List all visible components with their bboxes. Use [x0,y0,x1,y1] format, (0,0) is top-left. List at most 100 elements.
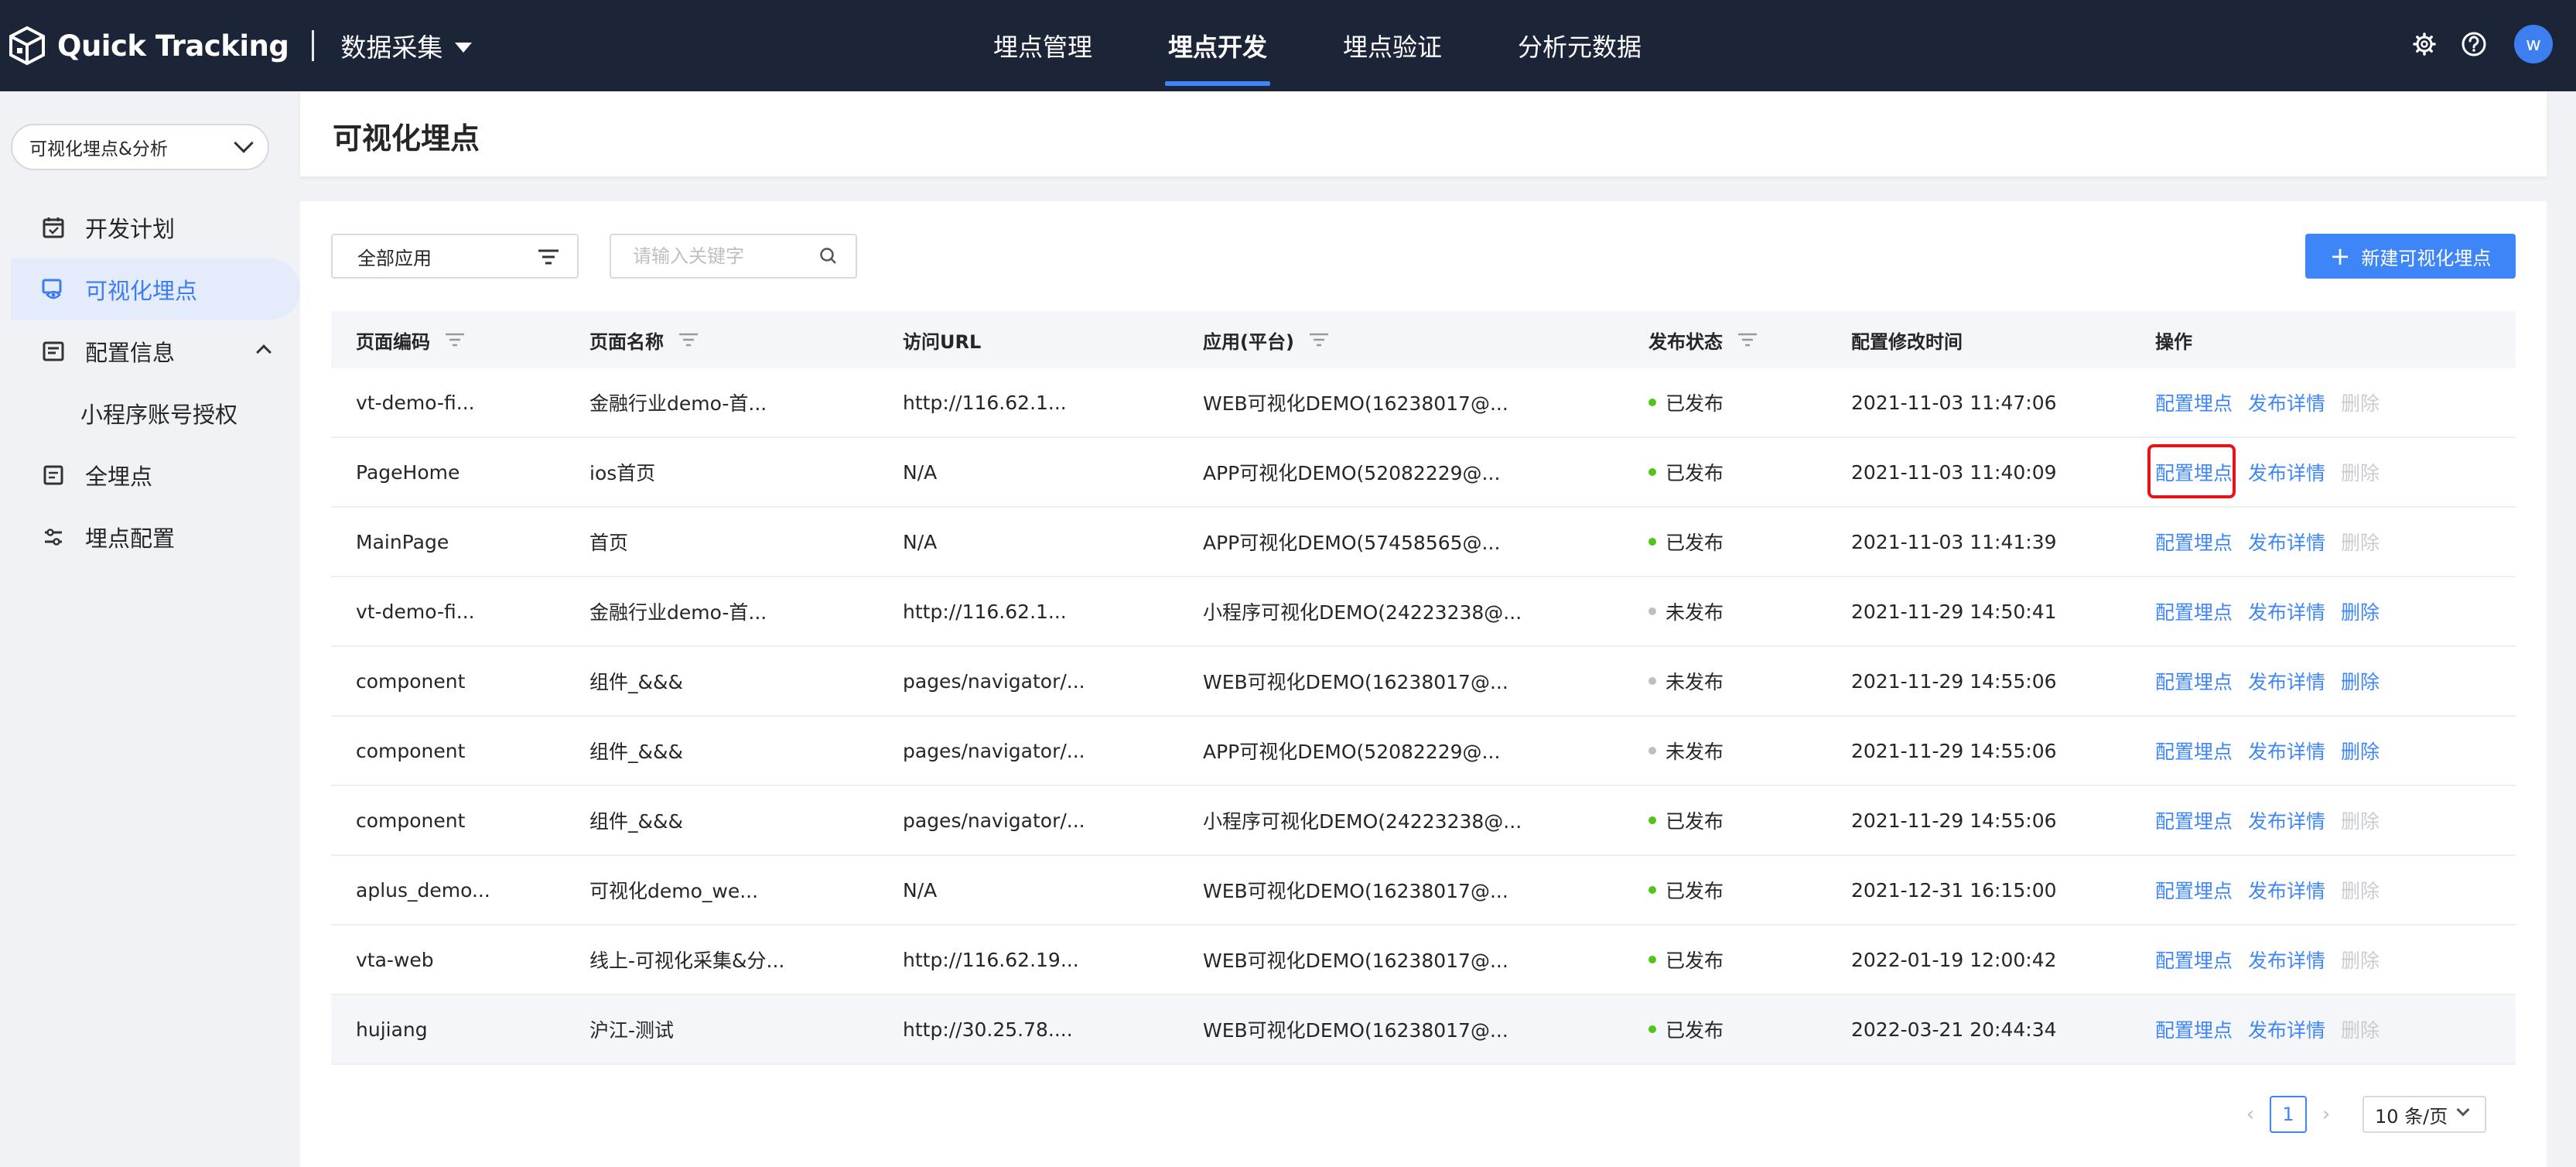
cell-page-name: 线上-可视化采集&分... [589,950,785,972]
cell-page-name: 可视化demo_we... [589,880,759,902]
config-link-wrap: 配置埋点 [2155,946,2248,974]
sidebar-item-config-info[interactable]: 配置信息 [11,320,300,382]
cell-app: WEB可视化DEMO(16238017@... [1203,950,1508,972]
brand-name: Quick Tracking [57,29,289,63]
config-tracking-link[interactable]: 配置埋点 [2155,392,2233,415]
publish-detail-link[interactable]: 发布详情 [2248,1015,2325,1043]
publish-detail-link[interactable]: 发布详情 [2248,876,2325,904]
delete-link: 删除 [2341,1019,2380,1042]
top-navigation-bar: Quick Tracking 数据采集 埋点管理 埋点开发 埋点验证 分析元数据 [0,0,2576,91]
config-tracking-link[interactable]: 配置埋点 [2155,601,2233,624]
cell-modified-time: 2021-12-31 16:15:00 [1851,878,2057,902]
column-filter-icon[interactable] [1308,331,1330,348]
sidebar-item-visual-tracking[interactable]: 可视化埋点 [11,258,300,320]
status-dot [1648,816,1656,824]
sidebar-menu: 开发计划 可视化埋点 配置信息 小程序账号授权 全埋点 埋点配置 [11,197,300,568]
sidebar-item-label: 埋点配置 [85,525,176,552]
cell-status: 已发布 [1624,368,1826,437]
publish-detail-link[interactable]: 发布详情 [2248,388,2325,416]
search-icon[interactable] [818,246,839,271]
sidebar-item-tracking-config[interactable]: 埋点配置 [11,506,300,568]
nav-item-tracking-management[interactable]: 埋点管理 [990,0,1095,91]
cell-modified-time: 2021-11-03 11:47:06 [1851,391,2057,414]
user-avatar[interactable]: w [2514,25,2553,63]
cell-app: APP可视化DEMO(52082229@... [1203,741,1501,763]
column-filter-icon[interactable] [1737,331,1758,348]
quick-tracking-logo-icon [9,26,45,66]
help-icon[interactable] [2457,27,2491,61]
app-filter-select[interactable]: 全部应用 [331,234,579,279]
publish-detail-link[interactable]: 发布详情 [2248,528,2325,556]
table-row: component 组件_&&& pages/navigator/... APP可视化… [331,717,2516,786]
nav-item-tracking-validation[interactable]: 埋点验证 [1340,0,1445,91]
cell-app: WEB可视化DEMO(16238017@... [1203,1019,1508,1042]
cell-modified-time: 2021-11-29 14:55:06 [1851,739,2057,762]
cell-actions: 配置埋点 发布详情 删除 [2130,994,2516,1064]
nav-item-tracking-development[interactable]: 埋点开发 [1165,0,1271,91]
config-tracking-link[interactable]: 配置埋点 [2155,532,2233,554]
app-filter-value: 全部应用 [357,247,432,269]
publish-detail-link[interactable]: 发布详情 [2248,667,2325,695]
column-filter-icon[interactable] [444,331,466,348]
new-visual-tracking-button[interactable]: + 新建可视化埋点 [2305,234,2516,279]
publish-detail-link[interactable]: 发布详情 [2248,806,2325,834]
cell-app: WEB可视化DEMO(16238017@... [1203,671,1508,693]
cell-modified-time: 2022-01-19 12:00:42 [1851,948,2057,971]
cell-page-code: component [356,809,466,832]
cell-page-name: 组件_&&& [589,741,683,763]
cell-actions: 配置埋点 发布详情 删除 [2130,507,2516,577]
next-page-icon[interactable]: › [2315,1103,2338,1126]
status-label: 未发布 [1666,741,1724,763]
cell-url: http://116.62.1... [903,391,1067,414]
prev-page-icon[interactable]: ‹ [2239,1103,2262,1126]
config-link-wrap: 配置埋点 [2155,667,2248,695]
status-label: 已发布 [1666,810,1724,833]
brand: Quick Tracking 数据采集 [6,19,473,73]
delete-link[interactable]: 删除 [2341,597,2380,625]
cell-modified-time: 2021-11-29 14:50:41 [1851,600,2057,623]
sidebar-item-dev-plan[interactable]: 开发计划 [11,197,300,258]
cell-status: 未发布 [1624,646,1826,716]
status-label: 已发布 [1666,392,1724,415]
chevron-up-icon[interactable] [256,344,272,360]
config-tracking-link[interactable]: 配置埋点 [2155,810,2233,833]
gear-icon[interactable] [2407,27,2441,61]
status-dot [1648,747,1656,755]
nav-item-analysis-metadata[interactable]: 分析元数据 [1515,0,1645,91]
config-tracking-link[interactable]: 配置埋点 [2155,1019,2233,1042]
delete-link[interactable]: 删除 [2341,737,2380,765]
publish-detail-link[interactable]: 发布详情 [2248,458,2325,486]
publish-detail-link[interactable]: 发布详情 [2248,597,2325,625]
page-size-value: 10 条/页 [2375,1105,2448,1128]
page-size-select[interactable]: 10 条/页 [2362,1096,2486,1133]
sidebar-item-miniprogram-auth[interactable]: 小程序账号授权 [11,382,300,444]
publish-detail-link[interactable]: 发布详情 [2248,737,2325,765]
status-label: 未发布 [1666,671,1724,693]
column-header-page-name: 页面名称 [565,311,878,368]
project-selector[interactable]: 可视化埋点&分析 [11,124,269,170]
status-label: 已发布 [1666,950,1724,972]
page-number-current[interactable]: 1 [2270,1096,2307,1133]
config-link-wrap: 配置埋点 [2155,876,2248,904]
config-tracking-link[interactable]: 配置埋点 [2155,950,2233,972]
sidebar-item-full-tracking[interactable]: 全埋点 [11,444,300,506]
filter-icon [537,248,560,271]
config-tracking-link[interactable]: 配置埋点 [2155,741,2233,763]
top-right-actions: w [2392,25,2553,63]
sidebar: 可视化埋点&分析 开发计划 可视化埋点 配置信息 小程序账号授权 全埋点 埋点配… [0,91,300,1167]
config-link-wrap: 配置埋点 [2155,597,2248,625]
column-header-label: 配置修改时间 [1851,330,1963,353]
config-tracking-link[interactable]: 配置埋点 [2155,671,2233,693]
cell-url: http://116.62.1... [903,600,1067,623]
publish-detail-link[interactable]: 发布详情 [2248,946,2325,974]
module-switcher[interactable]: 数据采集 [340,27,473,64]
search-input[interactable] [633,245,803,267]
config-tracking-link[interactable]: 配置埋点 [2155,880,2233,902]
delete-link: 删除 [2341,950,2380,972]
column-filter-icon[interactable] [678,331,699,348]
config-tracking-link[interactable]: 配置埋点 [2155,462,2233,484]
sidebar-item-label: 开发计划 [85,216,176,242]
cell-app: APP可视化DEMO(52082229@... [1203,462,1501,484]
cell-modified-time: 2021-11-03 11:41:39 [1851,530,2057,553]
delete-link[interactable]: 删除 [2341,667,2380,695]
